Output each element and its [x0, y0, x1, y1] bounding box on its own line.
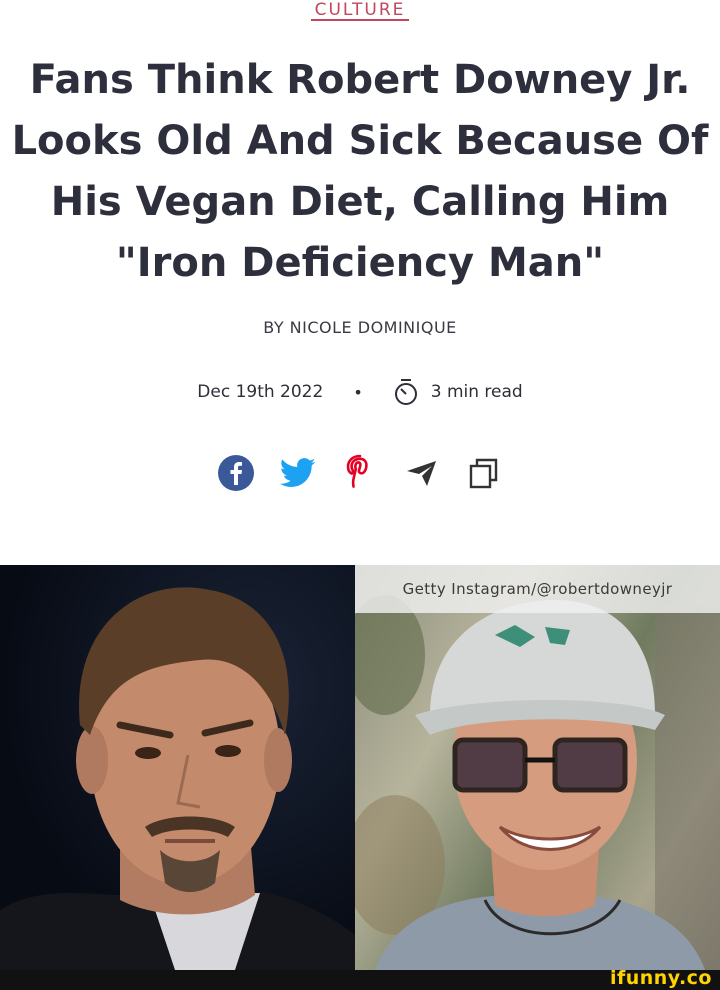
share-bar	[0, 454, 720, 496]
read-time: 3 min read	[430, 382, 523, 402]
publish-date: Dec 19th 2022	[197, 382, 324, 402]
photo-credit: Getty Instagram/@robertdowneyjr	[355, 565, 720, 613]
category-label[interactable]: CULTURE	[0, 0, 720, 21]
telegram-share-button[interactable]	[402, 455, 442, 495]
telegram-icon	[405, 458, 439, 492]
article-photo: Getty Instagram/@robertdowneyjr	[0, 565, 720, 970]
photo-right-panel: Getty Instagram/@robertdowneyjr	[345, 565, 720, 970]
facebook-share-button[interactable]	[216, 455, 256, 495]
twitter-icon	[280, 458, 316, 492]
meta-separator: •	[353, 382, 363, 402]
article-meta: Dec 19th 2022 • 3 min read	[0, 378, 720, 406]
photo-left-panel	[0, 565, 355, 970]
portrait-right	[345, 595, 720, 970]
author-byline: BY NICOLE DOMINIQUE	[263, 318, 457, 337]
portrait-left	[0, 587, 355, 970]
watermark-bar: ifunny.co	[0, 967, 720, 990]
category-text[interactable]: CULTURE	[310, 2, 410, 21]
ifunny-watermark: ifunny.co	[609, 967, 712, 989]
twitter-share-button[interactable]	[278, 455, 318, 495]
pinterest-share-button[interactable]	[340, 454, 380, 496]
copy-link-button[interactable]	[464, 455, 504, 495]
article-headline: Fans Think Robert Downey Jr. Looks Old A…	[11, 57, 709, 286]
copy-icon	[468, 456, 500, 494]
pinterest-icon	[345, 454, 375, 496]
facebook-icon	[217, 454, 255, 496]
stopwatch-icon	[393, 378, 419, 406]
